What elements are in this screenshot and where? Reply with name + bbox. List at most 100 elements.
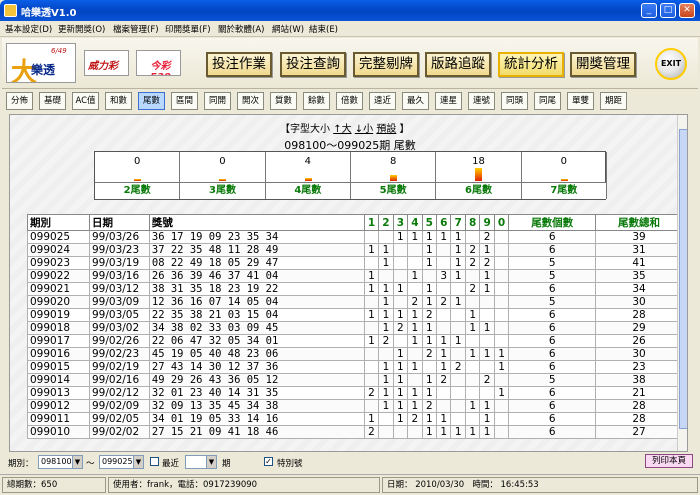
table-row[interactable]: 099022 99/03/16 26 36 39 46 37 41 04 1 1 3 1 1 5…	[27, 269, 683, 283]
recent-count-select[interactable]: ▼	[185, 455, 217, 469]
table-row[interactable]: 099017 99/02/26 22 06 47 32 05 34 01 1 2 1 1 1 1…	[27, 334, 683, 348]
bet-query-button[interactable]: 投注查詢	[280, 52, 346, 77]
lotto649-logo[interactable]: 大 樂透 6/49	[6, 43, 76, 83]
tab-distribution[interactable]: 分佈	[6, 92, 33, 110]
table-row[interactable]: 099016 99/02/23 45 19 05 40 48 23 06 1 2 1 1 1 1…	[27, 347, 683, 361]
cell-tail-sum: 38	[595, 373, 683, 387]
cell-digit	[464, 373, 481, 387]
tab-range[interactable]: 區間	[171, 92, 198, 110]
tab-draw-count[interactable]: 開次	[237, 92, 264, 110]
table-row[interactable]: 099013 99/02/12 32 01 23 40 14 31 35 2 1 1 1 1 1…	[27, 386, 683, 400]
full-filter-button[interactable]: 完整剔牌	[353, 52, 419, 77]
table-row[interactable]: 099020 99/03/09 12 36 16 07 14 05 04 1 2 1 2 1 5…	[27, 295, 683, 309]
cell-date: 99/03/19	[88, 256, 150, 270]
exit-button[interactable]: EXIT	[655, 48, 687, 80]
cell-digit: 1	[421, 386, 438, 400]
special-number-checkbox[interactable]: ✓	[264, 457, 273, 466]
cell-digit	[493, 334, 510, 348]
header-digit-5: 5	[421, 214, 438, 231]
tab-prime[interactable]: 質數	[270, 92, 297, 110]
recent-checkbox[interactable]	[150, 457, 159, 466]
cell-digit	[407, 243, 423, 257]
tab-same-draw[interactable]: 同開	[204, 92, 231, 110]
menu-about[interactable]: 關於軟體(A)	[218, 23, 264, 35]
cell-period: 099011	[27, 412, 90, 426]
summary-bar	[389, 175, 397, 181]
tab-distance[interactable]: 遠近	[369, 92, 396, 110]
tab-consecutive-number[interactable]: 連號	[468, 92, 495, 110]
tab-period-gap[interactable]: 期距	[600, 92, 627, 110]
statistics-button[interactable]: 統計分析	[498, 52, 564, 77]
vertical-scrollbar[interactable]	[677, 115, 687, 451]
menu-website[interactable]: 網站(W)	[272, 23, 304, 35]
cell-period: 099025	[27, 230, 90, 244]
cell-digit: 1	[378, 295, 394, 309]
tab-longest[interactable]: 最久	[402, 92, 429, 110]
table-row[interactable]: 099019 99/03/05 22 35 38 21 03 15 04 1 1 1 1 2 1…	[27, 308, 683, 322]
chevron-down-icon: ▼	[72, 456, 82, 468]
table-row[interactable]: 099014 99/02/16 49 29 26 43 36 05 12 1 1 1 2 2 5…	[27, 373, 683, 387]
table-row[interactable]: 099015 99/02/19 27 43 14 30 12 37 36 1 1 1 1 2 1…	[27, 360, 683, 374]
table-row[interactable]: 099025 99/03/26 36 17 19 09 23 35 34 1 1 1 1 1 2…	[27, 230, 683, 244]
cell-digit	[479, 295, 495, 309]
scrollbar-thumb[interactable]	[679, 129, 687, 429]
font-bigger-link[interactable]: ↑大	[333, 124, 351, 135]
cell-tail-sum: 26	[595, 334, 683, 348]
tab-ac[interactable]: AC值	[72, 92, 99, 110]
cell-tail-count: 6	[508, 308, 597, 322]
menu-update[interactable]: 更新開獎(O)	[58, 23, 105, 35]
menu-file[interactable]: 檔案管理(F)	[113, 23, 159, 35]
betting-button[interactable]: 投注作業	[206, 52, 272, 77]
cell-digit: 2	[421, 308, 438, 322]
tab-tail[interactable]: 尾數	[138, 92, 165, 110]
table-row[interactable]: 099024 99/03/23 37 22 35 48 11 28 49 1 1 1 1 2 1…	[27, 243, 683, 257]
lotto539-logo[interactable]: 今彩539	[136, 50, 181, 76]
tab-basic[interactable]: 基礎	[39, 92, 66, 110]
cell-digit: 1	[407, 321, 423, 335]
minimize-button[interactable]: _	[641, 3, 657, 18]
cell-digit: 1	[436, 334, 452, 348]
menu-settings[interactable]: 基本設定(D)	[5, 23, 52, 35]
table-row[interactable]: 099018 99/03/02 34 38 02 33 03 09 45 1 2 1 1 1 1…	[27, 321, 683, 335]
tab-sum[interactable]: 和數	[105, 92, 132, 110]
tab-consecutive-star[interactable]: 連星	[435, 92, 462, 110]
table-row[interactable]: 099011 99/02/05 34 01 19 05 33 14 16 1 1 2 1 1 1…	[27, 412, 683, 426]
cell-period: 099012	[27, 399, 90, 413]
font-default-link[interactable]: 預設	[376, 124, 396, 135]
tab-remainder[interactable]: 餘數	[303, 92, 330, 110]
draw-manage-button[interactable]: 開獎管理	[570, 52, 636, 77]
tab-odd-even[interactable]: 單雙	[567, 92, 594, 110]
cell-digit: 1	[378, 373, 394, 387]
cell-numbers: 22 06 47 32 05 34 01	[148, 334, 365, 348]
tab-same-head[interactable]: 同頭	[501, 92, 528, 110]
menu-print[interactable]: 印開獎單(F)	[165, 23, 211, 35]
maximize-button[interactable]: □	[660, 3, 676, 18]
tab-same-tail[interactable]: 同尾	[534, 92, 561, 110]
cell-date: 99/03/05	[88, 308, 150, 322]
path-tracking-button[interactable]: 版路追蹤	[425, 52, 491, 77]
table-row[interactable]: 099023 99/03/19 08 22 49 18 05 29 47 1 1 1 2 2 5…	[27, 256, 683, 270]
table-row[interactable]: 099010 99/02/02 27 15 21 09 41 18 46 2 1 1 1 1 1…	[27, 425, 683, 439]
cell-digit: 1	[407, 269, 423, 283]
cell-digit: 1	[392, 308, 409, 322]
period-from-select[interactable]: 098100 ▼	[38, 455, 83, 469]
cell-numbers: 32 09 13 35 45 34 38	[148, 399, 365, 413]
cell-digit	[493, 282, 510, 296]
power-lottery-logo[interactable]: 威力彩	[84, 50, 129, 76]
cell-digit: 1	[450, 243, 466, 257]
cell-tail-count: 5	[508, 295, 597, 309]
cell-tail-count: 6	[508, 386, 597, 400]
table-row[interactable]: 099021 99/03/12 38 31 35 18 23 19 22 1 1 1 1 2 1…	[27, 282, 683, 296]
print-page-button[interactable]: 列印本頁	[645, 454, 693, 468]
close-button[interactable]: ✕	[679, 3, 695, 18]
tab-multiple[interactable]: 倍數	[336, 92, 363, 110]
summary-count: 0	[133, 156, 141, 167]
period-to-select[interactable]: 099025 ▼	[99, 455, 144, 469]
table-row[interactable]: 099012 99/02/09 32 09 13 35 45 34 38 1 1 1 2 1 1…	[27, 399, 683, 413]
menu-exit[interactable]: 結束(E)	[309, 23, 338, 35]
cell-digit	[436, 243, 452, 257]
cell-digit: 2	[450, 360, 466, 374]
cell-digit	[363, 399, 380, 413]
font-smaller-link[interactable]: ↓小	[355, 124, 373, 135]
title-bar: 哈樂透V1.0 _ □ ✕	[0, 0, 700, 21]
